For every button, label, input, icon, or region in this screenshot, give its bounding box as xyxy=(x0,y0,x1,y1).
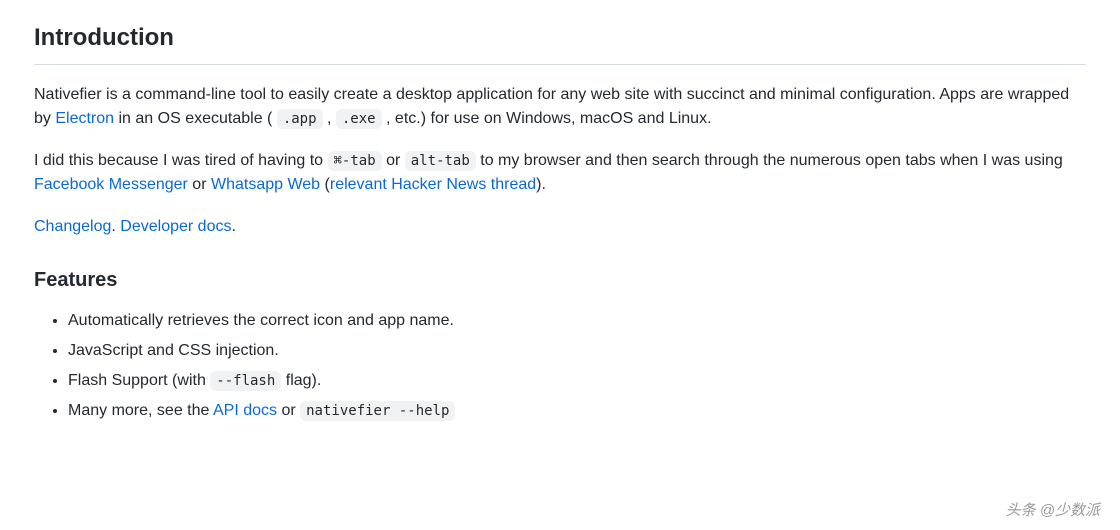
docs-text: . xyxy=(111,218,120,235)
introduction-heading: Introduction xyxy=(34,20,1086,65)
reason-text: to my browser and then search through th… xyxy=(476,152,1063,169)
list-item: JavaScript and CSS injection. xyxy=(68,339,1086,363)
code-cmdtab: ⌘-tab xyxy=(328,151,382,171)
changelog-link[interactable]: Changelog xyxy=(34,218,111,235)
whatsapp-web-link[interactable]: Whatsapp Web xyxy=(211,176,320,193)
list-item: Flash Support (with --flash flag). xyxy=(68,369,1086,393)
reason-text: ). xyxy=(536,176,546,193)
reason-text: ( xyxy=(320,176,330,193)
intro-text: , xyxy=(323,110,336,127)
code-app: .app xyxy=(277,109,323,129)
intro-text: , etc.) for use on Windows, macOS and Li… xyxy=(382,110,712,127)
code-flash-flag: --flash xyxy=(210,371,281,391)
code-alttab: alt-tab xyxy=(405,151,476,171)
reason-paragraph: I did this because I was tired of having… xyxy=(34,149,1086,197)
electron-link[interactable]: Electron xyxy=(55,110,114,127)
list-item: Automatically retrieves the correct icon… xyxy=(68,309,1086,333)
reason-text: I did this because I was tired of having… xyxy=(34,152,328,169)
features-heading: Features xyxy=(34,265,1086,295)
list-item: Many more, see the API docs or nativefie… xyxy=(68,399,1086,423)
hacker-news-link[interactable]: relevant Hacker News thread xyxy=(330,176,536,193)
reason-text: or xyxy=(382,152,405,169)
docs-paragraph: Changelog. Developer docs. xyxy=(34,215,1086,239)
developer-docs-link[interactable]: Developer docs xyxy=(120,218,231,235)
facebook-messenger-link[interactable]: Facebook Messenger xyxy=(34,176,188,193)
feature-text: or xyxy=(277,402,300,419)
feature-list: Automatically retrieves the correct icon… xyxy=(34,309,1086,423)
feature-text: Flash Support (with xyxy=(68,372,210,389)
reason-text: or xyxy=(188,176,211,193)
intro-text: in an OS executable ( xyxy=(114,110,277,127)
intro-paragraph: Nativefier is a command-line tool to eas… xyxy=(34,83,1086,131)
code-nativefier-help: nativefier --help xyxy=(300,401,455,421)
feature-text: flag). xyxy=(281,372,321,389)
api-docs-link[interactable]: API docs xyxy=(213,402,277,419)
feature-text: Many more, see the xyxy=(68,402,213,419)
docs-text: . xyxy=(231,218,235,235)
code-exe: .exe xyxy=(336,109,382,129)
watermark-text: 头条 @少数派 xyxy=(1006,500,1100,523)
